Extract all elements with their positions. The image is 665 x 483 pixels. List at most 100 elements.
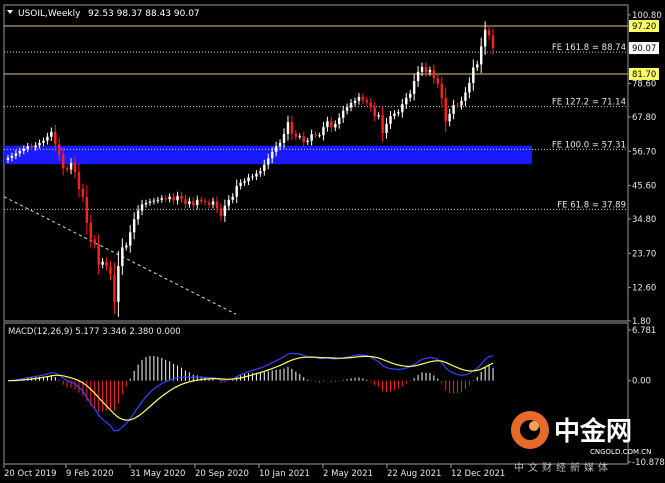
candle-body [227, 199, 231, 206]
candle-body [412, 81, 416, 94]
candle-body [436, 78, 440, 84]
candle-body [456, 105, 459, 107]
candle-body [373, 107, 376, 117]
candle-body [432, 69, 436, 79]
candle-body [207, 202, 211, 205]
price-tick-label: 12.60 [632, 284, 656, 294]
candle-body [89, 222, 93, 240]
candle-body [93, 239, 96, 245]
candle-body [113, 274, 116, 302]
usoil-weekly-chart: FE 161.8 = 88.74 FE 127.2 = 71.14 FE 100.0… [3, 4, 665, 479]
candle-body [164, 198, 167, 200]
candle-body [14, 153, 18, 156]
trendline-layer [3, 196, 237, 315]
candle-body [168, 196, 171, 200]
fibonacci-levels-layer: FE 161.8 = 88.74 FE 127.2 = 71.14 FE 100.0… [4, 43, 628, 210]
candle-body [73, 163, 77, 173]
candle-body [491, 35, 495, 49]
price-tick-label: 100.80 [632, 11, 662, 21]
candle-body [290, 122, 294, 134]
candle-body [34, 145, 37, 148]
macd-tick-label: -10.878 [632, 458, 665, 468]
candle-body [243, 181, 246, 183]
candle-body [302, 136, 305, 142]
time-axis-layer: 20 Oct 2019 9 Feb 2020 31 May 2020 20 Sep 2… [3, 464, 505, 479]
candle-body [444, 98, 447, 122]
candle-body [125, 245, 128, 248]
fib-level-label: FE 161.8 = 88.74 [552, 43, 626, 53]
candle-body [393, 113, 396, 117]
price-axis-layer: 100.8089.3778.6067.8056.7045.6034.8023.7… [628, 11, 662, 327]
candle-body [405, 97, 408, 105]
candle-body [239, 182, 242, 186]
candle-body [136, 210, 140, 220]
candle-body [26, 146, 29, 149]
time-tick-label: 20 Oct 2019 [4, 469, 57, 479]
price-marker-label: 90.07 [632, 44, 656, 54]
candle-body [132, 219, 136, 233]
candle-body [105, 261, 108, 267]
candle-body [357, 96, 361, 101]
candle-body [349, 103, 353, 108]
candle-body [381, 115, 384, 134]
candle-body [148, 201, 152, 203]
candle-body [196, 199, 199, 206]
candle-body [353, 100, 357, 104]
candle-body [341, 110, 345, 118]
candle-body [160, 198, 163, 200]
candle-body [247, 177, 250, 182]
candle-body [223, 205, 227, 216]
candle-body [192, 201, 195, 206]
macd-label: MACD(12,26,9) 5.177 3.346 2.380 0.000 [8, 327, 181, 337]
candle-body [121, 247, 124, 266]
fib-level-label: FE 100.0 = 57.31 [552, 140, 626, 150]
candle-body [152, 200, 156, 202]
candle-body [77, 172, 81, 189]
candle-body [263, 164, 266, 172]
cngold-watermark: 中金网 CNGOLD.COM.CN 中文财经新媒体 [511, 411, 651, 474]
candle-body [298, 136, 302, 138]
down-trendline [3, 196, 237, 315]
watermark-brand: 中金网 [554, 416, 632, 447]
horizontal-lines-layer [4, 25, 628, 75]
candle-body [144, 202, 148, 205]
price-tick-label: 78.60 [632, 80, 656, 90]
candle-body [18, 150, 22, 154]
candle-body [128, 232, 132, 246]
candle-body [306, 140, 309, 142]
time-tick-label: 2 May 2021 [323, 469, 373, 479]
candle-body [338, 117, 341, 125]
candle-body [140, 204, 144, 211]
cngold-logo-dot-icon [529, 421, 539, 431]
time-tick-label: 9 Feb 2020 [66, 469, 114, 479]
price-tick-label: 34.80 [632, 215, 656, 225]
candle-body [365, 100, 369, 103]
candle-body [472, 67, 475, 83]
price-tick-label: 67.80 [632, 113, 656, 123]
candle-body [215, 201, 219, 209]
candle-body [389, 116, 392, 124]
candle-body [172, 196, 175, 201]
candle-body [203, 201, 207, 203]
candle-body [251, 176, 254, 178]
candle-body [156, 199, 160, 201]
candle-body [180, 195, 183, 200]
candle-body [397, 112, 400, 114]
candle-body [448, 113, 451, 122]
dropdown-triangle-icon[interactable] [7, 10, 13, 14]
candle-body [188, 201, 191, 205]
candle-body [286, 122, 290, 134]
candle-body [58, 144, 61, 155]
macd-signal-line [7, 355, 494, 421]
time-tick-label: 20 Sep 2020 [195, 469, 249, 479]
price-tick-label: 1.80 [632, 317, 651, 327]
ohlc-readout: 92.53 98.37 88.43 90.07 [88, 9, 200, 19]
candle-body [416, 71, 420, 82]
time-tick-label: 12 Dec 2021 [451, 469, 505, 479]
watermark-url: CNGOLD.COM.CN [590, 448, 651, 456]
candle-body [322, 127, 325, 136]
candle-body [85, 197, 89, 223]
candle-body [330, 121, 333, 128]
symbol-title: USOIL,Weekly [18, 9, 81, 19]
macd-tick-label: 6.781 [632, 326, 656, 336]
